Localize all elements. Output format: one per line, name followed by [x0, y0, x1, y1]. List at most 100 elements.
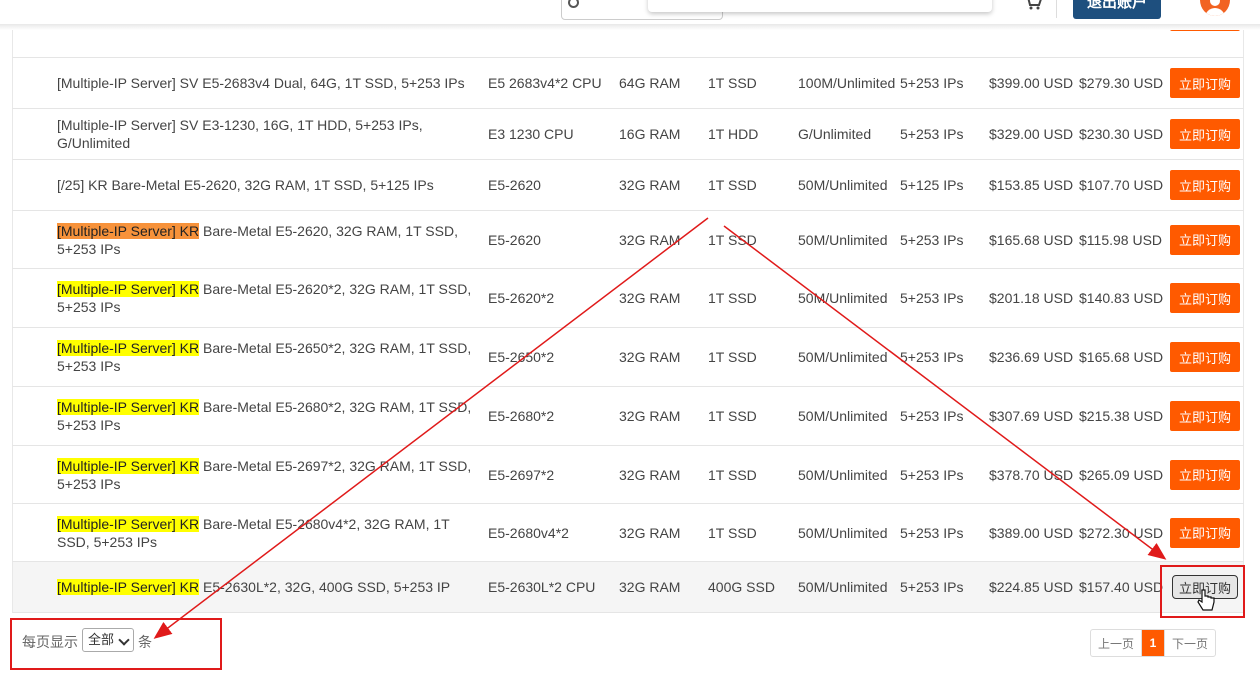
product-name: [Multiple-IP Server] KR Bare-Metal E5-26…	[57, 504, 483, 561]
current-page-button[interactable]: 1	[1142, 630, 1164, 656]
search-highlight: [Multiple-IP Server] KR	[57, 579, 200, 595]
ram-cell: 32G RAM	[619, 231, 681, 248]
buy-now-button[interactable]: 立即订购	[1170, 68, 1240, 98]
buy-now-button[interactable]: 立即订购	[1170, 401, 1240, 431]
buy-now-button[interactable]: 立即订购	[1170, 517, 1240, 548]
cpu-cell: E5-2680v4*2	[488, 524, 569, 541]
product-name: [Multiple-IP Server] SV E5-2683v4 Dual, …	[57, 58, 483, 108]
action-cell: 立即订购	[1169, 562, 1241, 612]
search-highlight: [Multiple-IP Server] KR	[57, 515, 200, 532]
buy-now-button[interactable]: 立即订购	[1170, 170, 1240, 200]
cpu-cell: E5 2683v4*2 CPU	[488, 75, 602, 91]
bandwidth-cell: 100M/Unlimited	[798, 75, 896, 91]
action-cell: 立即订购	[1169, 387, 1241, 445]
top-header: 退出账户	[0, 0, 1260, 24]
user-avatar-icon[interactable]	[1200, 0, 1230, 16]
disk-cell: 1T SSD	[708, 231, 757, 248]
buy-now-button[interactable]: 立即订购	[1170, 119, 1240, 149]
renew-price-cell: $165.68 USD	[1079, 349, 1164, 365]
cpu-cell: E5-2620*2	[488, 290, 555, 306]
product-name-text: [Multiple-IP Server] SV E3-1230, 16G, 1T…	[57, 117, 423, 151]
renew-price-cell: $265.09 USD	[1079, 466, 1164, 483]
disk-cell: 1T HDD	[708, 126, 759, 142]
renew-price-cell: $230.30 USD	[1079, 126, 1164, 142]
ram-cell: 32G RAM	[619, 408, 681, 424]
disk-cell: 400G SSD	[708, 579, 775, 595]
header-divider	[1056, 0, 1057, 18]
per-page-unit: 条	[138, 634, 152, 650]
ram-cell: 32G RAM	[619, 579, 681, 595]
disk-cell: 1T SSD	[708, 177, 757, 193]
cpu-cell: E5-2697*2	[488, 466, 555, 483]
bandwidth-cell: 50M/Unlimited	[798, 466, 888, 483]
prev-page-button[interactable]: 上一页	[1091, 630, 1142, 656]
product-name: [Multiple-IP Server] KR Bare-Metal E5-26…	[57, 446, 483, 503]
product-name-text: [Multiple-IP Server] SV E5-2683v4 Dual, …	[57, 75, 465, 91]
logout-button[interactable]: 退出账户	[1073, 0, 1161, 19]
search-highlight: [Multiple-IP Server] KR	[57, 457, 200, 474]
product-name: [Multiple-IP Server] KR Bare-Metal E5-26…	[57, 328, 483, 386]
buy-now-button[interactable]: 立即订购	[1170, 283, 1240, 313]
price-cell: $201.18 USD	[989, 290, 1074, 306]
bandwidth-cell: 50M/Unlimited	[798, 524, 888, 541]
ip-cell: 5+253 IPs	[900, 75, 964, 91]
search-highlight: [Multiple-IP Server] KR	[57, 222, 200, 239]
buy-now-button[interactable]: 立即订购	[1170, 224, 1240, 255]
price-cell: $389.00 USD	[989, 524, 1074, 541]
price-cell: $329.00 USD	[989, 126, 1074, 142]
table-row: [Multiple-IP Server] KR Bare-Metal E5-26…	[12, 446, 1244, 504]
cpu-cell: E5-2620	[488, 231, 541, 248]
action-cell: 立即订购	[1169, 504, 1241, 561]
table-row: [Multiple-IP Server] KR Bare-Metal E5-26…	[12, 504, 1244, 562]
bandwidth-cell: G/Unlimited	[798, 126, 872, 142]
ip-cell: 5+253 IPs	[900, 126, 964, 142]
table-row: [Multiple-IP Server] SV E3-1230, 16G, 1T…	[12, 109, 1244, 160]
ram-cell: 32G RAM	[619, 290, 681, 306]
search-icon	[568, 0, 579, 8]
action-cell: 立即订购	[1169, 160, 1241, 210]
per-page-select[interactable]: 全部	[82, 628, 134, 652]
table-row: [Multiple-IP Server] KR E5-2630L*2, 32G,…	[12, 562, 1244, 613]
product-name: [/25] KR Bare-Metal E5-2620, 32G RAM, 1T…	[57, 160, 483, 210]
buy-now-button[interactable]: 立即订购	[1172, 575, 1238, 599]
ip-cell: 5+125 IPs	[900, 177, 964, 193]
search-highlight: [Multiple-IP Server] KR	[57, 399, 200, 415]
chevron-down-icon	[118, 634, 130, 646]
per-page-label: 每页显示	[22, 634, 78, 650]
ram-cell: 32G RAM	[619, 177, 681, 193]
header-shadow	[0, 24, 1260, 30]
buy-now-button[interactable]: 立即订购	[1170, 342, 1240, 372]
search-highlight: [Multiple-IP Server] KR	[57, 281, 200, 297]
product-name-text: E5-2630L*2, 32G, 400G SSD, 5+253 IP	[199, 579, 451, 595]
action-cell: 立即订购	[1169, 109, 1241, 159]
bandwidth-cell: 50M/Unlimited	[798, 349, 888, 365]
per-page-value: 全部	[88, 632, 115, 647]
ram-cell: 16G RAM	[619, 126, 681, 142]
price-cell: $165.68 USD	[989, 231, 1074, 248]
next-page-button[interactable]: 下一页	[1164, 630, 1215, 656]
cpu-cell: E5-2680*2	[488, 408, 555, 424]
price-cell: $153.85 USD	[989, 177, 1074, 193]
product-name: [Multiple-IP Server] KR Bare-Metal E5-26…	[57, 269, 483, 327]
product-name: [Multiple-IP Server] KR Bare-Metal E5-26…	[57, 211, 483, 268]
table-row: [/25] KR Bare-Metal E5-2620, 32G RAM, 1T…	[12, 160, 1244, 211]
bandwidth-cell: 50M/Unlimited	[798, 231, 888, 248]
ip-cell: 5+253 IPs	[900, 290, 964, 306]
bandwidth-cell: 50M/Unlimited	[798, 408, 888, 424]
price-cell: $378.70 USD	[989, 466, 1074, 483]
disk-cell: 1T SSD	[708, 349, 757, 365]
disk-cell: 1T SSD	[708, 290, 757, 306]
ram-cell: 32G RAM	[619, 524, 681, 541]
renew-price-cell: $272.30 USD	[1079, 524, 1164, 541]
renew-price-cell: $215.38 USD	[1079, 408, 1164, 424]
renew-price-cell: $115.98 USD	[1079, 231, 1163, 248]
product-name: [Multiple-IP Server] SV E3-1230, 16G, 1T…	[57, 109, 483, 159]
buy-now-button[interactable]: 立即订购	[1170, 459, 1240, 490]
cart-icon[interactable]	[1024, 0, 1042, 10]
renew-price-cell: $107.70 USD	[1079, 177, 1164, 193]
product-name: [Multiple-IP Server] KR Bare-Metal E5-26…	[57, 387, 483, 445]
cpu-cell: E5-2620	[488, 177, 541, 193]
cpu-cell: E5-2650*2	[488, 349, 555, 365]
table-row: [Multiple-IP Server] KR Bare-Metal E5-26…	[12, 387, 1244, 446]
action-cell: 立即订购	[1169, 211, 1241, 268]
